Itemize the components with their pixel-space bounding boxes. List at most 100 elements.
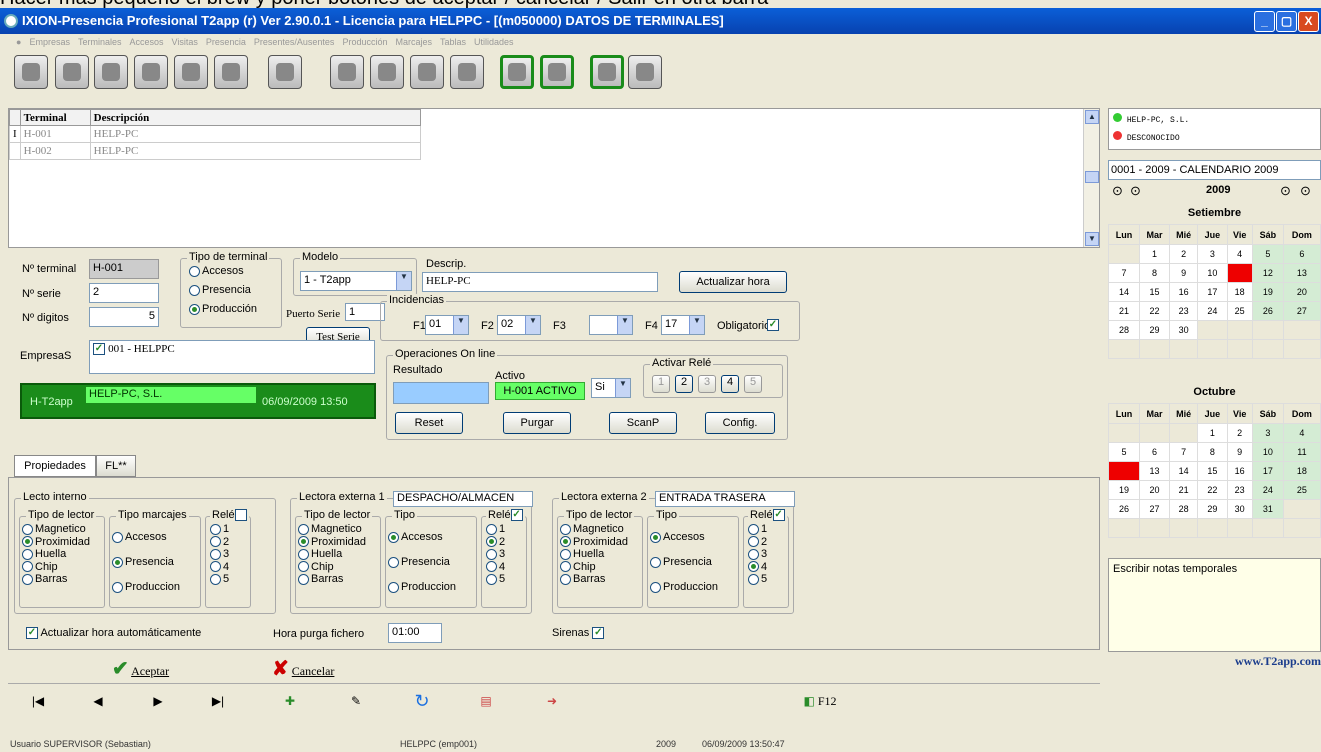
info-icon[interactable]	[540, 55, 574, 89]
calendar-day[interactable]: 24	[1197, 301, 1228, 321]
lectora2.rele_opts-option[interactable]: 4	[748, 561, 767, 573]
calendar-day[interactable]: 13	[1138, 461, 1171, 481]
lecto_interno.marc_opts-option[interactable]: Presencia	[112, 556, 174, 568]
calendar-day[interactable]: 22	[1138, 301, 1171, 321]
printer-icon[interactable]	[214, 55, 248, 89]
radio-icon[interactable]	[22, 523, 33, 535]
lectora2.marc_opts-option[interactable]: Presencia	[650, 556, 712, 568]
compass-icon[interactable]	[268, 55, 302, 89]
lectora2.marc_opts-option[interactable]: Produccion	[650, 581, 718, 593]
calendar-day[interactable]: 21	[1168, 480, 1199, 500]
refresh-icon[interactable]: ↻	[392, 689, 452, 713]
edit-record-icon[interactable]: ✎	[326, 689, 386, 713]
scroll-thumb[interactable]	[1085, 171, 1099, 183]
lectora1.lector_opts-option[interactable]: Huella	[298, 548, 342, 560]
lectora1.marc_opts-option[interactable]: Presencia	[388, 556, 450, 568]
minimize-button[interactable]: _	[1254, 11, 1275, 32]
calendar-day[interactable]: 11	[1282, 442, 1321, 462]
radio-icon[interactable]	[298, 523, 309, 535]
calendar-day[interactable]: 23	[1226, 480, 1253, 500]
chevron-down-icon[interactable]: ▼	[615, 379, 630, 397]
calendar-day[interactable]: 17	[1197, 282, 1228, 302]
rele-1-button[interactable]: 1	[652, 375, 670, 393]
calendar-day[interactable]: 31	[1251, 499, 1284, 519]
radio-icon[interactable]	[560, 548, 571, 560]
cell-descripcion[interactable]: HELP-PC	[89, 142, 421, 160]
calendar-icon[interactable]	[410, 55, 444, 89]
lectora1-name-field[interactable]: DESPACHO/ALMACEN	[393, 491, 533, 507]
chevron-down-icon[interactable]: ▼	[396, 272, 411, 290]
lectora1.lector_opts-option[interactable]: Chip	[298, 561, 334, 573]
calendar-day[interactable]: 27	[1138, 499, 1171, 519]
calendar-day[interactable]: 14	[1108, 282, 1140, 302]
aceptar-button[interactable]: ✔ Aceptar	[112, 656, 169, 681]
calendar-day[interactable]: 2	[1168, 244, 1199, 264]
menu-item[interactable]: Presencia	[206, 37, 246, 47]
radio-icon[interactable]	[210, 536, 221, 548]
radio-icon[interactable]	[748, 523, 759, 535]
radio-icon[interactable]	[298, 573, 309, 585]
radio-icon[interactable]	[298, 548, 309, 560]
lectora1.marc_opts-option[interactable]: Accesos	[388, 531, 443, 543]
radio-icon[interactable]	[388, 531, 399, 543]
chevron-down-icon[interactable]: ▼	[453, 316, 468, 334]
empresa-checkbox[interactable]: ✓	[93, 343, 105, 356]
lectora1.lector_opts-option[interactable]: Proximidad	[298, 536, 366, 548]
radio-icon[interactable]	[650, 556, 661, 568]
chevron-down-icon[interactable]: ▼	[689, 316, 704, 334]
lecto_interno.lector_opts-option[interactable]: Barras	[22, 573, 67, 585]
calendar-day[interactable]: 8	[1138, 263, 1171, 283]
calendar-day[interactable]: 2	[1226, 423, 1253, 443]
rele-checkbox[interactable]	[234, 509, 247, 522]
add-record-icon[interactable]: ✚	[260, 689, 320, 713]
document-search-icon[interactable]	[330, 55, 364, 89]
lectora2.lector_opts-option[interactable]: Chip	[560, 561, 596, 573]
calendar-day[interactable]: 10	[1251, 442, 1284, 462]
calendar-day[interactable]: 12	[1251, 263, 1284, 283]
calendar-day[interactable]: 7	[1168, 442, 1199, 462]
power-icon[interactable]	[628, 55, 662, 89]
cell-terminal[interactable]: H-002	[19, 142, 91, 160]
calendar-day[interactable]: 28	[1168, 499, 1199, 519]
calendar-day[interactable]: 10	[1197, 263, 1228, 283]
calendar-day[interactable]: 5	[1251, 244, 1284, 264]
f4-select[interactable]: 17 ▼	[661, 315, 705, 335]
hora-purga-field[interactable]: 01:00	[388, 623, 442, 643]
radio-icon[interactable]	[560, 536, 571, 548]
calendar-day[interactable]: 6	[1138, 442, 1171, 462]
radio-presencia[interactable]: Presencia	[189, 284, 251, 296]
lecto_interno.marc_opts-option[interactable]: Produccion	[112, 581, 180, 593]
f1-select[interactable]: 01 ▼	[425, 315, 469, 335]
lecto_interno.rele_opts-option[interactable]: 5	[210, 573, 229, 585]
actualizar-hora-button[interactable]: Actualizar hora	[679, 271, 787, 293]
lectora1.rele_opts-option[interactable]: 2	[486, 536, 505, 548]
actualizar-checkbox[interactable]: ✓	[26, 627, 38, 640]
calendar-day[interactable]: 26	[1108, 499, 1140, 519]
radio-icon[interactable]	[112, 581, 123, 593]
calendar-day[interactable]: 28	[1108, 320, 1140, 340]
rele-4-button[interactable]: 4	[721, 375, 739, 393]
next-record-button[interactable]: ▶	[128, 689, 188, 713]
calendar-day[interactable]: 21	[1108, 301, 1140, 321]
cancelar-button[interactable]: ✘ Cancelar	[272, 656, 334, 681]
radio-icon[interactable]	[560, 523, 571, 535]
grid-scrollbar[interactable]: ▲ ▼	[1083, 109, 1099, 247]
rele-3-button[interactable]: 3	[698, 375, 716, 393]
radio-produccion[interactable]: Producción	[189, 303, 257, 315]
radio-icon[interactable]	[22, 536, 33, 548]
table-row[interactable]: H-002 HELP-PC	[9, 142, 421, 160]
cell-descripcion[interactable]: HELP-PC	[89, 125, 421, 143]
cell-terminal[interactable]: H-001	[19, 125, 91, 143]
radio-accesos[interactable]: Accesos	[189, 265, 244, 277]
calendar-day[interactable]: 18	[1226, 282, 1253, 302]
lectora2-name-field[interactable]: ENTRADA TRASERA	[655, 491, 795, 507]
calendar-day[interactable]: 11	[1226, 263, 1253, 283]
lectora2.lector_opts-option[interactable]: Huella	[560, 548, 604, 560]
calendar-day[interactable]: 16	[1226, 461, 1253, 481]
calendar-day[interactable]: 1	[1138, 244, 1171, 264]
calendar-day[interactable]: 4	[1226, 244, 1253, 264]
lectora1.marc_opts-option[interactable]: Produccion	[388, 581, 456, 593]
menu-item[interactable]: Presentes/Ausentes	[254, 37, 335, 47]
calendar-select[interactable]: 0001 - 2009 - CALENDARIO 2009	[1108, 160, 1321, 180]
lectora2.rele_opts-option[interactable]: 1	[748, 523, 767, 535]
